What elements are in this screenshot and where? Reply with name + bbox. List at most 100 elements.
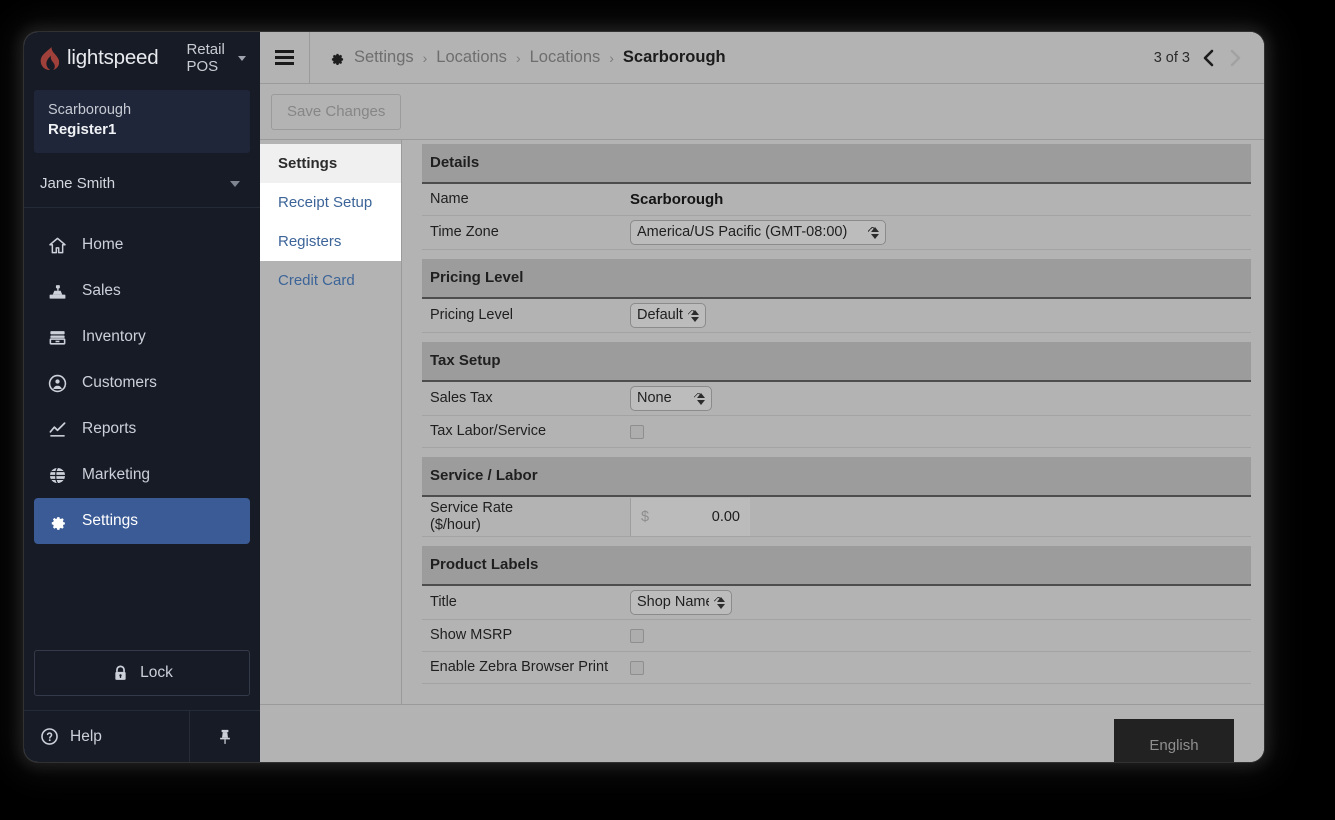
pricing-level-select[interactable]: Default — [630, 303, 706, 328]
field-label: Service Rate ($/hour) — [430, 499, 514, 533]
sidebar-item-label: Marketing — [82, 466, 151, 483]
sidebar-item-label: Sales — [82, 282, 121, 299]
main-navigation: Home Sales Inventory Customers Reports M… — [24, 208, 260, 650]
subnav-item-registers[interactable]: Registers — [260, 222, 401, 261]
pager-count-label: 3 of 3 — [1153, 49, 1190, 66]
cash-register-icon — [49, 284, 66, 299]
field-row-sales-tax: Sales Tax None — [422, 382, 1251, 416]
gear-icon — [51, 516, 65, 530]
lock-section: Lock — [24, 650, 260, 710]
sidebar-item-label: Customers — [82, 374, 157, 391]
chevron-down-icon[interactable] — [237, 55, 246, 61]
pin-button[interactable] — [190, 711, 260, 762]
breadcrumb-separator: › — [422, 49, 428, 66]
record-pager: 3 of 3 — [1154, 48, 1264, 68]
language-button[interactable]: English — [1114, 719, 1234, 762]
field-label: Time Zone — [430, 224, 499, 240]
lightspeed-flame-icon — [40, 46, 59, 70]
section-title: Details — [422, 144, 1251, 184]
shop-register-box[interactable]: Scarborough Register1 — [34, 90, 250, 153]
lock-button[interactable]: Lock — [34, 650, 250, 696]
breadcrumb-separator: › — [515, 49, 521, 66]
field-row-title: Title Shop Name — [422, 586, 1251, 620]
breadcrumb-item-settings[interactable]: Settings — [354, 48, 414, 67]
footer-strip: English — [260, 704, 1264, 762]
subnav-item-credit-card[interactable]: Credit Card — [260, 261, 401, 300]
field-value-name: Scarborough — [630, 191, 724, 208]
title-select-wrap: Shop Name — [630, 590, 732, 615]
sidebar-item-marketing[interactable]: Marketing — [34, 452, 250, 498]
pricing-level-select-wrap: Default — [630, 303, 706, 328]
shop-location-label: Scarborough — [48, 102, 132, 118]
product-label-title-select[interactable]: Shop Name — [630, 590, 732, 615]
currency-symbol: $ — [641, 508, 650, 525]
sidebar-item-home[interactable]: Home — [34, 222, 250, 268]
brand-wordmark: lightspeed — [67, 46, 159, 69]
time-zone-select[interactable]: America/US Pacific (GMT-08:00) — [630, 220, 886, 245]
pin-icon — [220, 729, 230, 744]
show-msrp-checkbox[interactable] — [630, 628, 644, 643]
field-row-service-rate: Service Rate ($/hour) $ 0.00 — [422, 497, 1251, 537]
home-icon — [49, 237, 66, 253]
top-bar: Settings › Locations › Locations › Scarb… — [260, 32, 1264, 84]
field-label: Enable Zebra Browser Print — [430, 659, 609, 675]
person-circle-icon — [48, 374, 67, 392]
section-details: Details Name Scarborough Time Zone Ameri… — [422, 144, 1251, 250]
field-label: Pricing Level — [430, 307, 514, 323]
lock-icon — [115, 665, 126, 680]
sidebar-item-inventory[interactable]: Inventory — [34, 314, 250, 360]
register-label: Register1 — [48, 121, 117, 138]
section-title: Service / Labor — [422, 457, 1251, 497]
sales-tax-select[interactable]: None — [630, 386, 712, 411]
chevron-down-icon — [230, 180, 240, 187]
field-label: Tax Labor/Service — [430, 423, 547, 439]
section-title: Tax Setup — [422, 342, 1251, 382]
service-rate-field[interactable]: $ 0.00 — [630, 497, 750, 536]
tax-labor-service-checkbox[interactable] — [630, 424, 644, 439]
enable-zebra-browser-print-checkbox[interactable] — [630, 660, 644, 675]
section-tax-setup: Tax Setup Sales Tax None Tax Labor/Servi… — [422, 342, 1251, 448]
brand-logo[interactable]: lightspeed Retail POS — [24, 32, 260, 84]
sidebar-item-label: Settings — [82, 512, 139, 529]
field-label: Name — [430, 191, 469, 207]
subnav-heading-settings: Settings — [260, 144, 401, 183]
breadcrumb-item-locations-2[interactable]: Locations — [530, 48, 601, 67]
help-button[interactable]: Help — [24, 711, 190, 762]
section-title: Pricing Level — [422, 259, 1251, 299]
time-zone-select-wrap: America/US Pacific (GMT-08:00) — [630, 220, 886, 245]
sidebar-item-sales[interactable]: Sales — [34, 268, 250, 314]
breadcrumb-separator: › — [609, 49, 614, 66]
sidebar: lightspeed Retail POS Scarborough Regist… — [24, 32, 260, 762]
main-region: Settings › Locations › Locations › Scarb… — [260, 32, 1264, 762]
field-row-time-zone: Time Zone America/US Pacific (GMT-08:00) — [422, 216, 1251, 250]
service-rate-value: 0.00 — [711, 508, 740, 525]
user-menu[interactable]: Jane Smith — [24, 161, 260, 208]
breadcrumb-item-current: Scarborough — [622, 48, 726, 66]
content-area: Settings Receipt Setup Registers Credit … — [260, 140, 1264, 704]
sidebar-item-label: Inventory — [82, 328, 146, 345]
field-label: Sales Tax — [430, 390, 493, 406]
save-changes-button[interactable]: Save Changes — [271, 93, 402, 130]
hamburger-menu-icon[interactable] — [260, 32, 310, 83]
subnav-item-receipt-setup[interactable]: Receipt Setup — [260, 183, 401, 222]
field-row-tax-labor-service: Tax Labor/Service — [422, 416, 1251, 448]
action-bar: Save Changes — [260, 84, 1264, 140]
hamburger-lines — [275, 47, 294, 68]
sidebar-item-customers[interactable]: Customers — [34, 360, 250, 406]
chevron-left-icon[interactable] — [1202, 48, 1216, 68]
sales-tax-select-wrap: None — [630, 386, 712, 411]
breadcrumb-item-locations-1[interactable]: Locations — [436, 48, 507, 67]
sidebar-item-settings[interactable]: Settings — [34, 498, 250, 544]
field-row-name: Name Scarborough — [422, 184, 1251, 216]
section-product-labels: Product Labels Title Shop Name Show MSRP — [422, 546, 1251, 684]
gear-icon — [331, 53, 344, 66]
help-button-label: Help — [70, 727, 102, 745]
section-title: Product Labels — [422, 546, 1251, 586]
chevron-right-icon[interactable] — [1228, 48, 1242, 68]
sidebar-item-reports[interactable]: Reports — [34, 406, 250, 452]
sidebar-item-label: Home — [82, 236, 124, 253]
line-chart-icon — [49, 421, 66, 437]
lock-button-label: Lock — [140, 664, 173, 681]
brand-product-name: Retail POS — [186, 41, 225, 75]
field-row-pricing-level: Pricing Level Default — [422, 299, 1251, 333]
